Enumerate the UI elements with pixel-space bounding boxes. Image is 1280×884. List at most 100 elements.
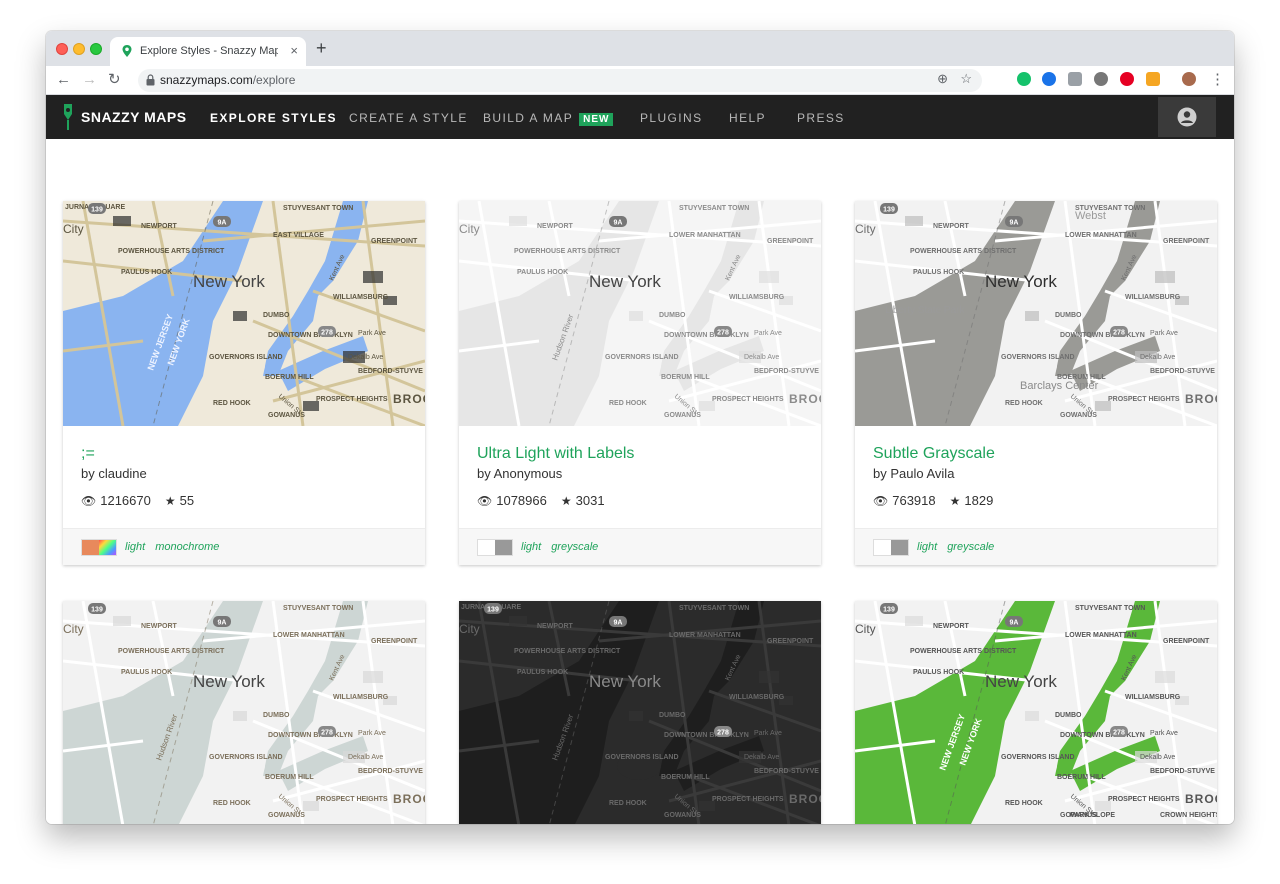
style-card[interactable]: JURNAL SQUARE City NEWPORT STUYVESANT TOWN L… — [459, 601, 821, 824]
map-label: City — [459, 622, 480, 636]
nav-create-a-style[interactable]: CREATE A STYLE — [349, 111, 468, 125]
map-label: Dekalb Ave — [1140, 754, 1175, 761]
map-label: Park Ave — [1150, 330, 1178, 337]
nav-help[interactable]: HELP — [729, 111, 766, 125]
highway-shield-label: 9A — [1010, 620, 1019, 627]
style-preview-map[interactable]: City NEWPORT STUYVESANT TOWN LOWER MANHATTA… — [855, 601, 1217, 824]
map-label: NEWPORT — [141, 623, 178, 630]
style-preview-map[interactable]: JURNAL SQUARE City NEWPORT STUYVESANT TOWN L… — [459, 601, 821, 824]
map-label: GOWANUS — [664, 412, 701, 419]
tag-link[interactable]: greyscale — [947, 541, 994, 553]
tag-link[interactable]: monochrome — [155, 541, 219, 553]
map-label: DUMBO — [659, 712, 686, 719]
color-swatch — [81, 539, 117, 556]
eye-icon: 👁 — [81, 493, 97, 508]
map-label: City — [459, 222, 480, 236]
grammarly-extension-icon[interactable] — [1017, 72, 1031, 86]
extension-globe-icon[interactable] — [1042, 72, 1056, 86]
forward-arrow-icon[interactable]: → — [82, 70, 97, 90]
map-label: GREENPOINT — [1163, 238, 1210, 245]
map-label: POWERHOUSE ARTS DISTRICT — [910, 648, 1017, 655]
map-label: CROWN HEIGHTS — [1160, 812, 1217, 819]
map-label: PROSPECT HEIGHTS — [712, 396, 784, 403]
style-card[interactable]: City NEWPORT STUYVESANT TOWN LOWER MANHATTA… — [855, 601, 1217, 824]
map-preview-image: City NEWPORT STUYVESANT TOWN LOWER MANHATTA… — [63, 601, 425, 824]
snazzy-maps-logo-icon[interactable] — [60, 103, 76, 131]
style-preview-map[interactable]: City NEWPORT STUYVESANT TOWN LOWER MANHATTA… — [63, 601, 425, 824]
favorite-count: 55 — [179, 493, 195, 508]
map-label: PAULUS HOOK — [517, 269, 568, 276]
profile-avatar[interactable] — [1182, 72, 1196, 86]
pinterest-extension-icon[interactable] — [1120, 72, 1134, 86]
map-label: POWERHOUSE ARTS DISTRICT — [118, 248, 225, 255]
map-preview-image: JURNAL SQUARECity NEWPORTSTUYVESANT TOWNL… — [459, 601, 821, 824]
tag-link[interactable]: greyscale — [551, 541, 598, 553]
style-card[interactable]: JURNAL SQUARE City NEWPORT STUYVESANT TOWN E… — [63, 201, 425, 565]
account-button[interactable] — [1158, 97, 1216, 137]
reload-icon[interactable]: ↻ — [108, 70, 121, 90]
map-label: Park Ave — [358, 730, 386, 737]
style-card[interactable]: City NEWPORT STUYVESANT TOWN LOWER MANHATTA… — [63, 601, 425, 824]
style-stats: 👁 763918 ★ 1829 — [873, 493, 1199, 508]
camera-extension-icon[interactable] — [1068, 72, 1082, 86]
highway-shield-label: 9A — [614, 220, 623, 227]
map-block — [233, 711, 247, 721]
highway-shield-label: 139 — [883, 607, 895, 614]
card-footer: light greyscale — [459, 528, 821, 565]
browser-menu-icon[interactable]: ⋮ — [1210, 70, 1225, 90]
close-window-button[interactable] — [56, 43, 68, 55]
style-card[interactable]: City NEWPORT STUYVESANT TOWN LOWER MANHATTA… — [459, 201, 821, 565]
tag-link[interactable]: light — [521, 541, 541, 553]
new-tab-button[interactable]: + — [316, 38, 327, 59]
bookmark-star-icon[interactable]: ☆ — [960, 71, 972, 87]
tag-link[interactable]: light — [917, 541, 937, 553]
map-label: PROSPECT HEIGHTS — [316, 796, 388, 803]
extension-orange-icon[interactable] — [1146, 72, 1160, 86]
tag-link[interactable]: light — [125, 541, 145, 553]
brand-name[interactable]: SNAZZY MAPS — [81, 109, 187, 125]
nav-explore-styles[interactable]: EXPLORE STYLES — [210, 111, 337, 125]
zoom-icon[interactable]: ⊕ — [937, 71, 948, 87]
close-tab-icon[interactable]: × — [290, 43, 298, 58]
explore-grid: JURNAL SQUARE City NEWPORT STUYVESANT TOWN E… — [46, 139, 1234, 824]
style-card[interactable]: City NEWPORT STUYVESANT TOWN LOWER MANHATTA… — [855, 201, 1217, 565]
m-extension-icon[interactable] — [1094, 72, 1108, 86]
map-label: GOVERNORS ISLAND — [605, 354, 679, 361]
nav-press[interactable]: PRESS — [797, 111, 845, 125]
map-block — [759, 671, 779, 683]
address-bar[interactable]: snazzymaps.com/explore ⊕ ☆ — [138, 69, 982, 92]
style-preview-map[interactable]: JURNAL SQUARE City NEWPORT STUYVESANT TOWN E… — [63, 201, 425, 426]
map-label: Barclays Center — [1020, 380, 1099, 392]
map-label: PAULUS HOOK — [121, 669, 172, 676]
map-label: BEDFORD-STUYVE — [754, 768, 819, 775]
map-block — [363, 671, 383, 683]
new-badge: NEW — [579, 113, 614, 126]
map-label: PAULUS HOOK — [913, 669, 964, 676]
card-footer: light greyscale — [855, 528, 1217, 565]
back-arrow-icon[interactable]: ← — [56, 70, 71, 90]
map-label: New York — [589, 272, 661, 291]
nav-plugins[interactable]: PLUGINS — [640, 111, 702, 125]
style-preview-map[interactable]: City NEWPORT STUYVESANT TOWN LOWER MANHATTA… — [459, 201, 821, 426]
maximize-window-button[interactable] — [90, 43, 102, 55]
highway-shield-label: 9A — [218, 220, 227, 227]
map-label: DUMBO — [1055, 712, 1082, 719]
map-label: STUYVESANT TOWN — [679, 605, 749, 612]
color-swatch — [477, 539, 513, 556]
style-name-link[interactable]: ;= — [81, 444, 407, 464]
map-label: BROOKLYN — [1185, 792, 1217, 806]
map-label: LOWER MANHATTAN — [669, 232, 741, 239]
map-label: BROOKLYN — [1185, 392, 1217, 406]
nav-build-a-map[interactable]: BUILD A MAP NEW — [483, 111, 614, 126]
tab-explore-styles[interactable]: Explore Styles - Snazzy Maps - F × — [110, 37, 306, 66]
map-label: BOERUM HILL — [661, 774, 710, 781]
style-name-link[interactable]: Ultra Light with Labels — [477, 444, 803, 464]
style-preview-map[interactable]: City NEWPORT STUYVESANT TOWN LOWER MANHATTA… — [855, 201, 1217, 426]
map-label: DUMBO — [659, 312, 686, 319]
style-name-link[interactable]: Subtle Grayscale — [873, 444, 1199, 464]
map-block — [1025, 711, 1039, 721]
browser-window: Explore Styles - Snazzy Maps - F × + ← →… — [46, 31, 1234, 824]
minimize-window-button[interactable] — [73, 43, 85, 55]
map-label: Liberty State Park — [885, 305, 965, 316]
map-label: GOWANUS — [268, 412, 305, 419]
